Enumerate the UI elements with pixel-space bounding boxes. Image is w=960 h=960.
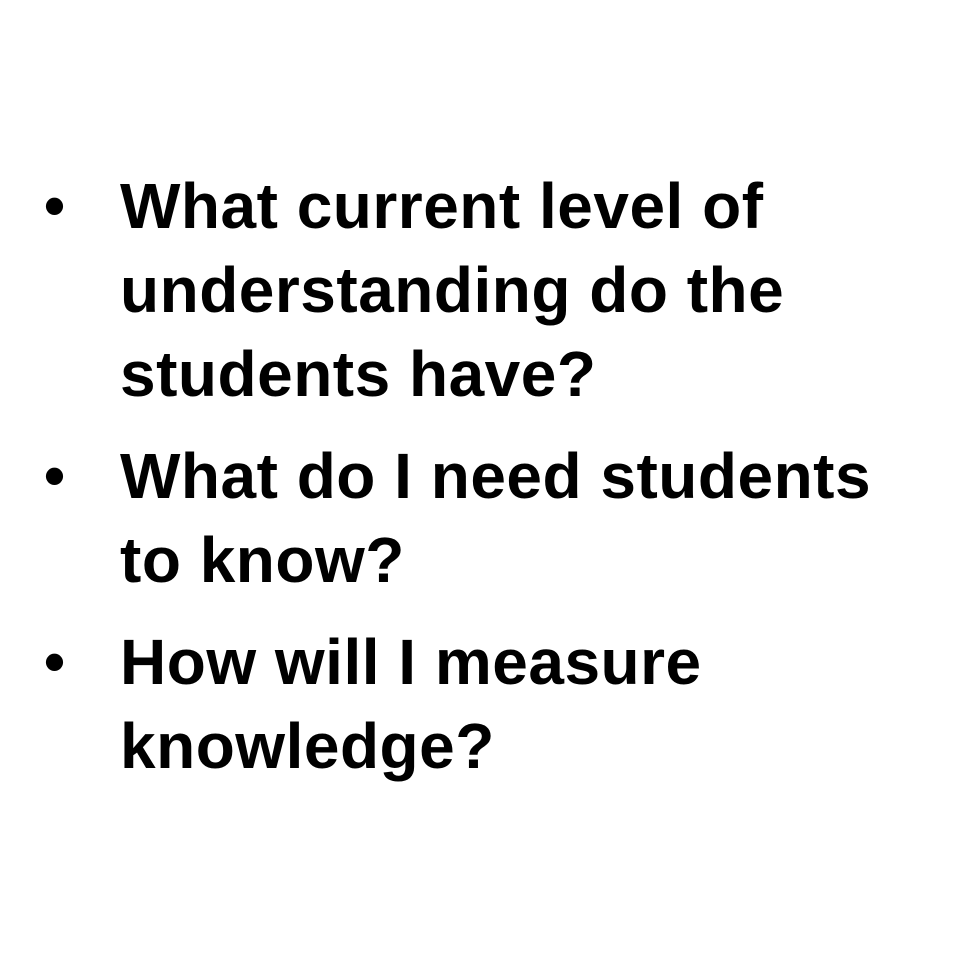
bullet-text: What do I need students to know? <box>120 440 872 596</box>
bullet-dot-icon: • <box>44 628 66 695</box>
bullet-list: • What current level of understanding do… <box>44 164 920 788</box>
bullet-dot-icon: • <box>44 442 66 509</box>
bullet-item-measure-knowledge: • How will I measure knowledge? <box>44 620 920 788</box>
bullet-text: How will I measure knowledge? <box>120 626 702 782</box>
bullet-text: What current level of understanding do t… <box>120 170 785 410</box>
bullet-dot-icon: • <box>44 172 66 239</box>
bullet-item-students-need-to-know: • What do I need students to know? <box>44 434 920 602</box>
bullet-item-current-understanding: • What current level of understanding do… <box>44 164 920 416</box>
slide: • What current level of understanding do… <box>0 0 960 960</box>
